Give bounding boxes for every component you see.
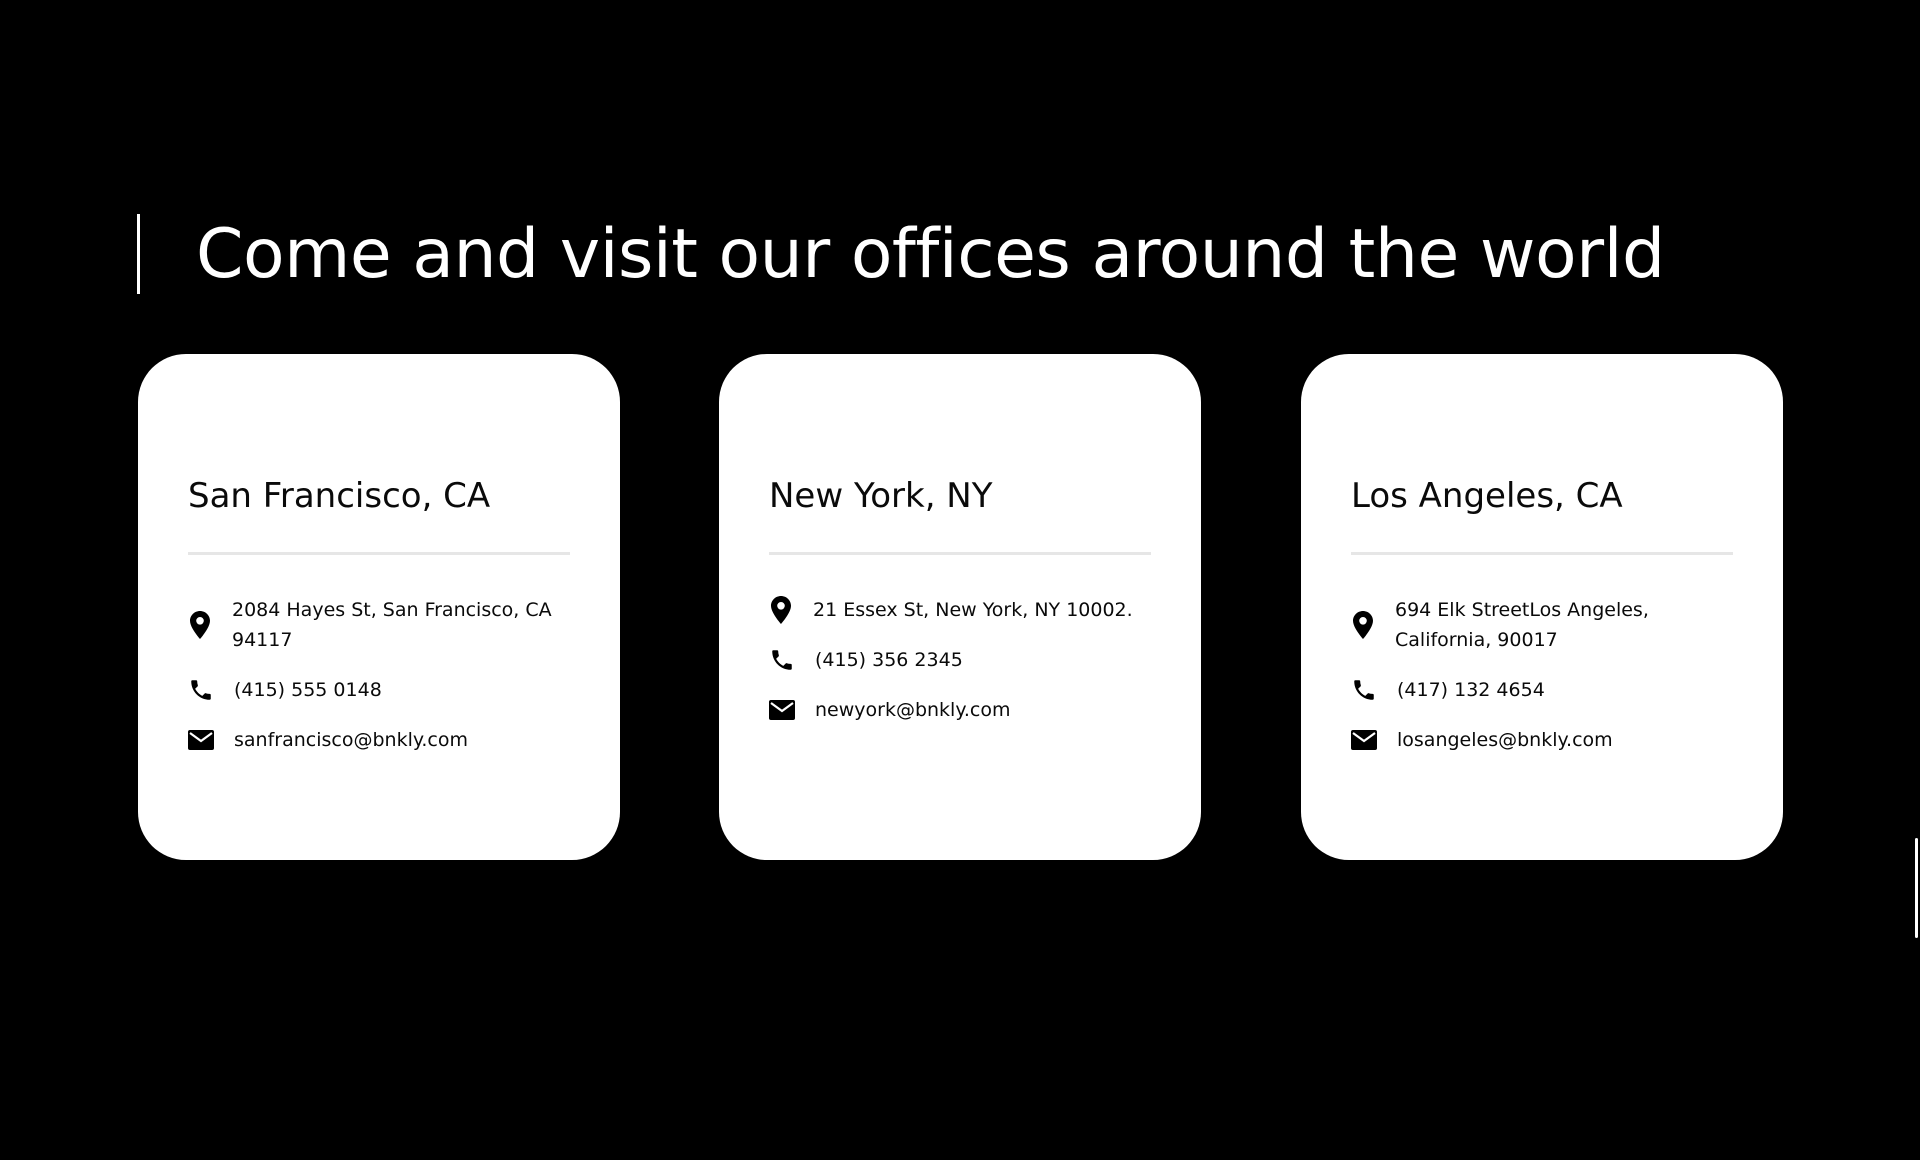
envelope-icon <box>769 699 795 721</box>
map-pin-icon <box>1351 610 1375 640</box>
office-phone-row: (415) 356 2345 <box>769 645 1151 675</box>
page: Come and visit our offices around the wo… <box>0 0 1920 1160</box>
office-email[interactable]: losangeles@bnkly.com <box>1397 725 1613 755</box>
office-phone[interactable]: (415) 555 0148 <box>234 675 382 705</box>
office-phone-row: (415) 555 0148 <box>188 675 570 705</box>
envelope-icon <box>188 729 214 751</box>
heading-accent-bar <box>137 214 140 294</box>
office-phone[interactable]: (417) 132 4654 <box>1397 675 1545 705</box>
divider <box>1351 552 1733 555</box>
office-email-row: newyork@bnkly.com <box>769 695 1151 725</box>
office-card-los-angeles: Los Angeles, CA 694 Elk StreetLos Angele… <box>1301 354 1783 860</box>
office-city: San Francisco, CA <box>188 476 491 516</box>
map-pin-icon <box>188 610 212 640</box>
office-address: 2084 Hayes St, San Francisco, CA 94117 <box>232 599 552 651</box>
office-phone-row: (417) 132 4654 <box>1351 675 1733 705</box>
page-scrollbar[interactable] <box>1915 838 1918 938</box>
office-address-row: 694 Elk StreetLos Angeles, California, 9… <box>1351 595 1733 655</box>
office-address: 21 Essex St, New York, NY 10002. <box>813 599 1133 621</box>
office-city: Los Angeles, CA <box>1351 476 1623 516</box>
office-card-new-york: New York, NY 21 Essex St, New York, NY 1… <box>719 354 1201 860</box>
phone-icon <box>769 646 795 674</box>
office-address-row: 21 Essex St, New York, NY 10002. <box>769 595 1151 625</box>
office-card-san-francisco: San Francisco, CA 2084 Hayes St, San Fra… <box>138 354 620 860</box>
divider <box>769 552 1151 555</box>
office-email[interactable]: newyork@bnkly.com <box>815 695 1011 725</box>
envelope-icon <box>1351 729 1377 751</box>
office-phone[interactable]: (415) 356 2345 <box>815 645 963 675</box>
office-address: 694 Elk StreetLos Angeles, California, 9… <box>1395 599 1649 651</box>
office-email-row: losangeles@bnkly.com <box>1351 725 1733 755</box>
office-address-row: 2084 Hayes St, San Francisco, CA 94117 <box>188 595 570 655</box>
map-pin-icon <box>769 595 793 625</box>
office-email-row: sanfrancisco@bnkly.com <box>188 725 570 755</box>
office-email[interactable]: sanfrancisco@bnkly.com <box>234 725 468 755</box>
office-city: New York, NY <box>769 476 993 516</box>
page-title: Come and visit our offices around the wo… <box>196 215 1665 294</box>
phone-icon <box>1351 676 1377 704</box>
phone-icon <box>188 676 214 704</box>
divider <box>188 552 570 555</box>
